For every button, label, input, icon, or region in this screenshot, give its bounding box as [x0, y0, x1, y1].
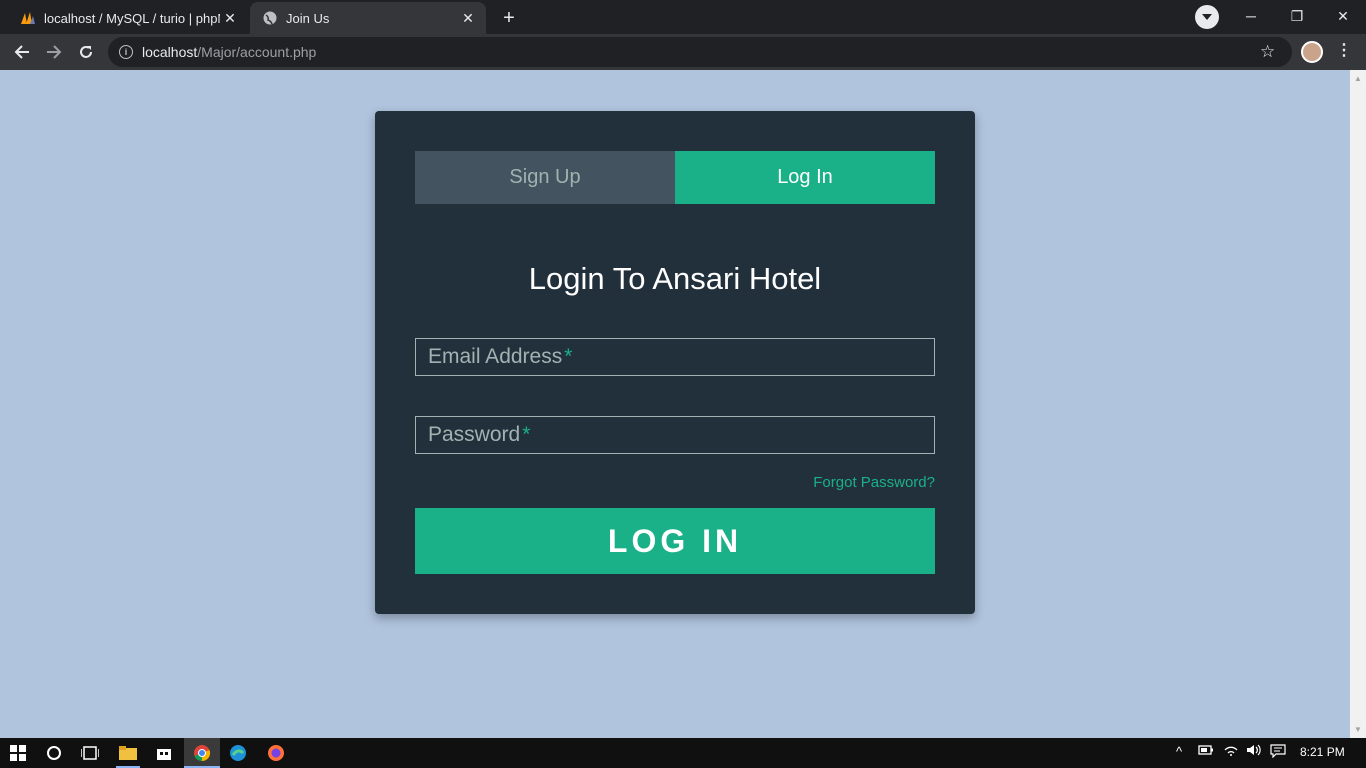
- tab-title: Join Us: [286, 10, 330, 26]
- file-explorer-icon[interactable]: [116, 741, 140, 765]
- back-icon[interactable]: [8, 38, 36, 66]
- minimize-icon[interactable]: ─: [1228, 0, 1274, 32]
- page-title: Login To Ansari Hotel: [528, 261, 822, 296]
- forward-icon[interactable]: [40, 38, 68, 66]
- battery-icon[interactable]: [1198, 744, 1214, 759]
- windows-taskbar: ^ 8:21 PM: [0, 738, 1366, 768]
- windows-start-icon[interactable]: [6, 741, 30, 765]
- wifi-icon[interactable]: [1224, 744, 1238, 759]
- url-text: localhost/Major/account.php: [142, 44, 317, 60]
- password-placeholder: Password: [428, 423, 521, 446]
- tab-title: localhost / MySQL / turio | phpM: [44, 10, 220, 26]
- form-tab-group: Sign Up Log In: [415, 151, 935, 204]
- tab-join-us[interactable]: Join Us ✕: [250, 2, 486, 34]
- required-mark: *: [564, 345, 573, 368]
- email-field[interactable]: Email Address *: [415, 338, 935, 376]
- chrome-icon[interactable]: [190, 741, 214, 765]
- tab-search-icon[interactable]: [1195, 5, 1219, 29]
- forgot-password-link[interactable]: Forgot Password?: [813, 474, 935, 491]
- login-button[interactable]: LOG IN: [415, 508, 935, 574]
- window-close-icon[interactable]: ✕: [1320, 0, 1366, 32]
- password-field[interactable]: Password *: [415, 416, 935, 454]
- reload-icon[interactable]: [72, 38, 100, 66]
- required-mark: *: [522, 423, 531, 446]
- avatar[interactable]: [1301, 41, 1323, 63]
- star-icon[interactable]: ☆: [1260, 42, 1275, 62]
- tab-log-in[interactable]: Log In: [675, 151, 935, 204]
- email-placeholder: Email Address: [428, 345, 563, 368]
- info-icon[interactable]: i: [119, 45, 133, 59]
- close-icon[interactable]: ✕: [220, 8, 240, 28]
- edge-icon[interactable]: [226, 741, 250, 765]
- close-icon[interactable]: ✕: [458, 8, 478, 28]
- browser-tab-bar: localhost / MySQL / turio | phpM ✕ Join …: [0, 0, 1366, 34]
- chevron-up-icon[interactable]: ^: [1176, 744, 1182, 759]
- menu-icon[interactable]: ⋮: [1336, 40, 1352, 60]
- store-icon[interactable]: [152, 741, 176, 765]
- scrollbar[interactable]: ▲ ▼: [1350, 70, 1366, 738]
- restore-icon[interactable]: ❐: [1274, 0, 1320, 32]
- tab-sign-up[interactable]: Sign Up: [415, 151, 675, 204]
- tab-phpmyadmin[interactable]: localhost / MySQL / turio | phpM ✕: [8, 2, 248, 34]
- address-bar[interactable]: i localhost/Major/account.php: [108, 37, 1292, 67]
- task-view-icon[interactable]: [78, 741, 102, 765]
- firefox-icon[interactable]: [264, 741, 288, 765]
- cortana-icon[interactable]: [42, 741, 66, 765]
- phpmyadmin-icon: [20, 10, 36, 26]
- plus-icon[interactable]: +: [496, 5, 522, 31]
- notification-icon[interactable]: [1270, 744, 1286, 761]
- login-form-card: Sign Up Log In Login To Ansari Hotel Ema…: [375, 111, 975, 614]
- clock[interactable]: 8:21 PM: [1300, 745, 1345, 759]
- browser-toolbar: i localhost/Major/account.php ☆ ⋮: [0, 34, 1366, 70]
- volume-icon[interactable]: [1246, 744, 1262, 759]
- globe-icon: [262, 10, 278, 26]
